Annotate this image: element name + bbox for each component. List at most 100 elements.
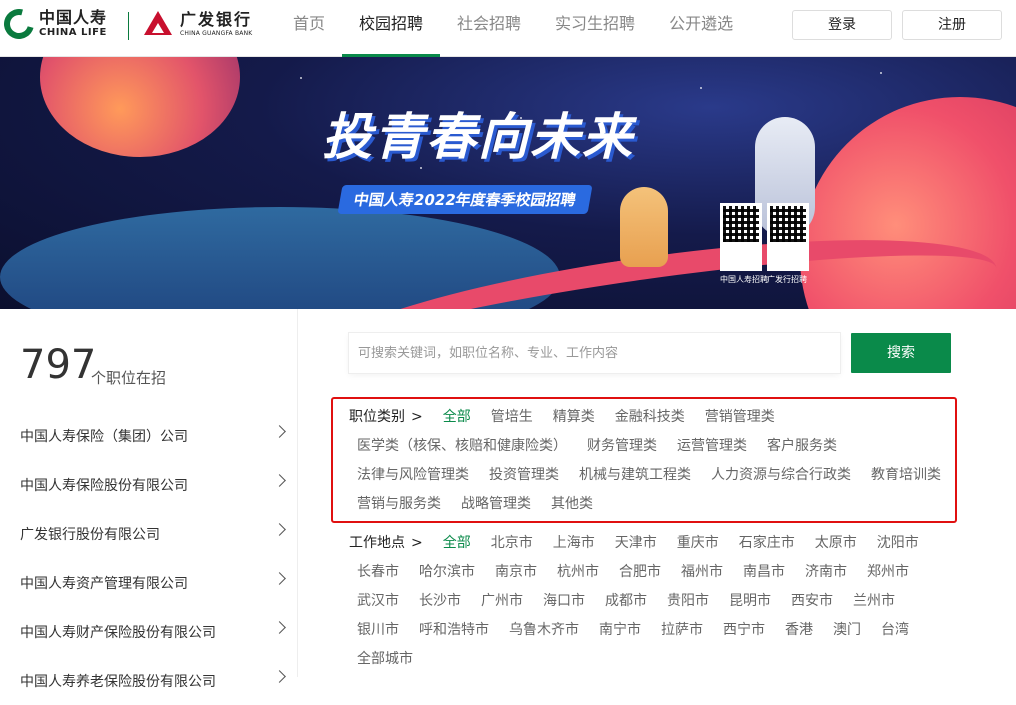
china-life-logo[interactable]: 中国人寿 CHINA LIFE [0,3,108,45]
banner-star [880,72,882,74]
company-item[interactable]: 中国人寿保险股份有限公司 [0,460,298,509]
main-nav: 首页 校园招聘 社会招聘 实习生招聘 公开遴选 [276,0,750,57]
location-option[interactable]: 武汉市 [357,587,399,616]
job-category-option[interactable]: 机械与建筑工程类 [579,461,691,490]
company-item[interactable]: 中国人寿保险（集团）公司 [0,411,298,460]
location-option[interactable]: 拉萨市 [661,616,703,645]
job-category-option[interactable]: 金融科技类 [615,403,685,432]
location-option[interactable]: 呼和浩特市 [419,616,489,645]
location-option[interactable]: 上海市 [553,529,595,558]
location-option[interactable]: 天津市 [615,529,657,558]
job-category-title: 职位类别 > [349,409,423,425]
job-category-row-4: 营销与服务类 战略管理类 其他类 [357,490,613,519]
location-option[interactable]: 北京市 [491,529,533,558]
job-category-option[interactable]: 全部 [443,403,471,432]
guangfa-bank-emblem-icon [142,9,174,39]
nav-intern-recruitment[interactable]: 实习生招聘 [538,0,652,57]
qr-label-guangfa: 广发行招聘 [767,275,807,284]
location-option[interactable]: 重庆市 [677,529,719,558]
company-item[interactable]: 广发银行股份有限公司 [0,509,298,558]
location-option[interactable]: 福州市 [681,558,723,587]
chevron-right-icon [273,425,286,438]
job-category-option[interactable]: 投资管理类 [489,461,559,490]
location-row-2: 长春市 哈尔滨市 南京市 杭州市 合肥市 福州市 南昌市 济南市 郑州市 [357,558,929,587]
location-option[interactable]: 贵阳市 [667,587,709,616]
guangfa-bank-logo-en: CHINA GUANGFA BANK [180,29,253,37]
location-option[interactable]: 哈尔滨市 [419,558,475,587]
location-option[interactable]: 兰州市 [853,587,895,616]
banner-mascot-illustration [620,187,668,267]
company-item[interactable]: 中国人寿养老保险股份有限公司 [0,656,298,705]
job-category-option[interactable]: 人力资源与综合行政类 [711,461,851,490]
china-life-logo-cn: 中国人寿 [39,8,108,27]
company-name: 中国人寿保险股份有限公司 [20,477,188,494]
job-category-option[interactable]: 营销与服务类 [357,490,441,519]
location-option[interactable]: 太原市 [815,529,857,558]
location-option[interactable]: 澳门 [833,616,861,645]
job-category-row-1: 职位类别 > 全部 管培生 精算类 金融科技类 营销管理类 [349,403,795,432]
location-option[interactable]: 全部 [443,529,471,558]
guangfa-bank-logo[interactable]: 广发银行 CHINA GUANGFA BANK [142,9,252,39]
chevron-right-icon [273,621,286,634]
job-category-option[interactable]: 精算类 [553,403,595,432]
company-item[interactable]: 中国人寿财产保险股份有限公司 [0,607,298,656]
location-option[interactable]: 昆明市 [729,587,771,616]
location-option[interactable]: 长沙市 [419,587,461,616]
location-option[interactable]: 广州市 [481,587,523,616]
location-option[interactable]: 香港 [785,616,813,645]
job-category-option[interactable]: 财务管理类 [587,432,657,461]
location-option[interactable]: 南京市 [495,558,537,587]
location-option[interactable]: 郑州市 [867,558,909,587]
location-option[interactable]: 西宁市 [723,616,765,645]
qr-code-china-life: 中国人寿招聘 [720,203,768,284]
register-button[interactable]: 注册 [902,10,1002,40]
location-option[interactable]: 杭州市 [557,558,599,587]
location-row-1: 工作地点 > 全部 北京市 上海市 天津市 重庆市 石家庄市 太原市 沈阳市 [349,529,939,558]
nav-social-recruitment[interactable]: 社会招聘 [440,0,538,57]
login-button[interactable]: 登录 [792,10,892,40]
location-option[interactable]: 石家庄市 [739,529,795,558]
site-header: 中国人寿 CHINA LIFE 广发银行 CHINA GUANGFA BANK … [0,0,1016,57]
location-option[interactable]: 乌鲁木齐市 [509,616,579,645]
search-button[interactable]: 搜索 [851,333,951,373]
location-option[interactable]: 成都市 [605,587,647,616]
job-category-option[interactable]: 战略管理类 [461,490,531,519]
job-category-option[interactable]: 教育培训类 [871,461,941,490]
location-option[interactable]: 西安市 [791,587,833,616]
job-category-row-3: 法律与风险管理类 投资管理类 机械与建筑工程类 人力资源与综合行政类 教育培训类 [357,461,961,490]
position-count-label: 个职位在招 [91,369,167,387]
location-option[interactable]: 济南市 [805,558,847,587]
guangfa-bank-logo-cn: 广发银行 [180,9,253,29]
qr-code-icon [770,206,806,242]
job-category-option[interactable]: 法律与风险管理类 [357,461,469,490]
campus-recruitment-banner[interactable]: 投青春向未来 中国人寿2022年度春季校园招聘 中国人寿招聘 广发行招聘 [0,57,1016,309]
location-row-3: 武汉市 长沙市 广州市 海口市 成都市 贵阳市 昆明市 西安市 兰州市 [357,587,915,616]
company-name: 中国人寿保险（集团）公司 [20,428,188,445]
location-option[interactable]: 南宁市 [599,616,641,645]
search-filter-panel: 搜索 职位类别> 全部 管培生 精算类 金融科技类 营销管理类 医学类（核保、核… [299,309,1016,677]
company-list: 中国人寿保险（集团）公司 中国人寿保险股份有限公司 广发银行股份有限公司 中国人… [0,411,298,705]
nav-campus-recruitment[interactable]: 校园招聘 [342,0,441,57]
job-category-option[interactable]: 客户服务类 [767,432,837,461]
location-option[interactable]: 沈阳市 [877,529,919,558]
chevron-right-icon [273,523,286,536]
location-option[interactable]: 海口市 [543,587,585,616]
banner-planet [40,57,240,157]
company-name: 中国人寿养老保险股份有限公司 [20,673,216,690]
location-option[interactable]: 合肥市 [619,558,661,587]
nav-home[interactable]: 首页 [276,0,342,57]
location-option[interactable]: 长春市 [357,558,399,587]
china-life-emblem-icon [0,3,40,45]
location-option[interactable]: 南昌市 [743,558,785,587]
location-option[interactable]: 全部城市 [357,645,413,674]
company-item[interactable]: 中国人寿资产管理有限公司 [0,558,298,607]
job-category-option[interactable]: 管培生 [491,403,533,432]
job-category-option[interactable]: 医学类（核保、核赔和健康险类） [357,432,567,461]
location-option[interactable]: 银川市 [357,616,399,645]
job-category-option[interactable]: 其他类 [551,490,593,519]
job-category-option[interactable]: 营销管理类 [705,403,775,432]
location-option[interactable]: 台湾 [881,616,909,645]
search-input[interactable] [349,333,840,373]
job-category-option[interactable]: 运营管理类 [677,432,747,461]
nav-public-selection[interactable]: 公开遴选 [652,0,750,57]
